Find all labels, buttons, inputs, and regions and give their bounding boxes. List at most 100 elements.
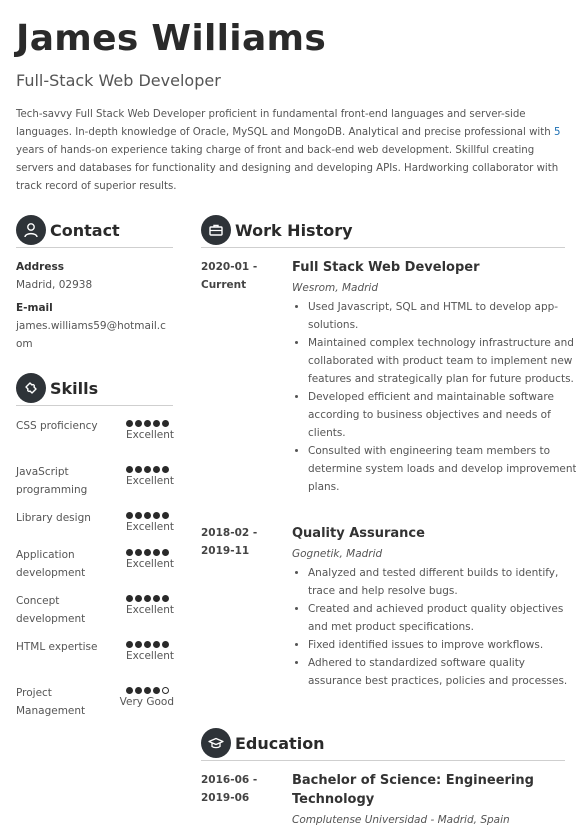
list-item: Developed efficient and maintainable sof… [308, 388, 576, 442]
list-item: Adhered to standardized software quality… [308, 654, 576, 690]
skill-name: JavaScript programming [16, 466, 88, 496]
rating-dot-filled [162, 466, 169, 473]
skill-rating [126, 641, 169, 648]
edu-1-dates: 2016-06 - 2019-06 [201, 771, 281, 807]
email-label: E-mail [16, 302, 53, 314]
rating-dot-filled [144, 512, 151, 519]
rating-dot-filled [144, 595, 151, 602]
rating-dot-filled [126, 595, 133, 602]
skills-section-header: Skills [16, 373, 98, 403]
rating-dot-filled [162, 549, 169, 556]
edu-1-date-end: 2019-06 [201, 792, 250, 804]
rating-dot-filled [153, 687, 160, 694]
email-value[interactable]: james.williams59@hotmail.c om [16, 317, 166, 353]
summary-text-start: Tech-savvy Full Stack Web Developer prof… [16, 109, 554, 138]
rating-dot-filled [144, 641, 151, 648]
contact-divider [16, 247, 173, 248]
rating-dot-filled [126, 512, 133, 519]
address-value: Madrid, 02938 [16, 279, 93, 291]
puzzle-icon [16, 373, 46, 403]
candidate-title: Full-Stack Web Developer [16, 71, 221, 90]
skill-name: Project Management [16, 687, 86, 717]
rating-dot-filled [135, 595, 142, 602]
rating-dot-filled [126, 466, 133, 473]
job-2-date-start: 2018-02 - [201, 527, 258, 539]
rating-dot-filled [135, 466, 142, 473]
job-2-bullets: Analyzed and tested different builds to … [292, 564, 576, 690]
rating-dot-filled [162, 641, 169, 648]
skill-rating [126, 687, 169, 694]
skill-rating [126, 420, 169, 427]
summary-text-end: years of hands-on experience taking char… [16, 145, 559, 192]
skill-rating [126, 466, 169, 473]
rating-dot-filled [126, 420, 133, 427]
job-1-bullets: Used Javascript, SQL and HTML to develop… [292, 298, 576, 496]
job-2-dates: 2018-02 - 2019-11 [201, 524, 281, 560]
rating-dot-filled [135, 687, 142, 694]
summary-years: 5 [553, 127, 561, 138]
skill-level: Excellent [126, 521, 174, 533]
graduation-cap-icon [201, 728, 231, 758]
email-line-1: james.williams59@hotmail.c [16, 320, 166, 332]
work-heading: Work History [235, 220, 353, 240]
skill-name: HTML expertise [16, 641, 98, 653]
skill-name: Application development [16, 549, 86, 579]
skill-rating [126, 595, 169, 602]
rating-dot-filled [153, 641, 160, 648]
work-divider [201, 247, 565, 248]
briefcase-icon [201, 215, 231, 245]
rating-dot-filled [144, 687, 151, 694]
rating-dot-filled [126, 687, 133, 694]
list-item: Fixed identified issues to improve workf… [308, 636, 576, 654]
rating-dot-filled [162, 512, 169, 519]
skills-heading: Skills [50, 378, 99, 398]
resume-page: James Williams Full-Stack Web Developer … [0, 0, 576, 839]
contact-section-header: Contact [16, 215, 120, 245]
rating-dot-filled [162, 420, 169, 427]
list-item: Consulted with engineering team members … [308, 442, 576, 496]
rating-dot-filled [126, 641, 133, 648]
skill-level: Very Good [119, 696, 174, 708]
job-1-title: Full Stack Web Developer [292, 260, 480, 275]
skill-level: Excellent [126, 475, 174, 487]
rating-dot-filled [135, 420, 142, 427]
job-2-title: Quality Assurance [292, 526, 425, 541]
skill-level: Excellent [126, 604, 174, 616]
work-section-header: Work History [201, 215, 353, 245]
edu-1-degree: Bachelor of Science: Engineering Technol… [292, 773, 534, 807]
skill-level: Excellent [126, 650, 174, 662]
skills-divider [16, 405, 173, 406]
rating-dot-filled [162, 595, 169, 602]
skill-name: CSS proficiency [16, 420, 98, 432]
job-2-company: Gognetik, Madrid [292, 548, 383, 560]
education-section-header: Education [201, 728, 325, 758]
rating-dot-filled [144, 420, 151, 427]
address-label: Address [16, 261, 64, 273]
rating-dot-filled [144, 466, 151, 473]
education-heading: Education [235, 733, 325, 753]
rating-dot-filled [126, 549, 133, 556]
skill-rating [126, 549, 169, 556]
rating-dot-filled [135, 549, 142, 556]
person-icon [16, 215, 46, 245]
rating-dot-filled [144, 549, 151, 556]
rating-dot-empty [162, 687, 169, 694]
rating-dot-filled [135, 512, 142, 519]
skill-name: Library design [16, 512, 91, 524]
education-divider [201, 760, 565, 761]
list-item: Analyzed and tested different builds to … [308, 564, 576, 600]
rating-dot-filled [153, 420, 160, 427]
skill-name: Concept development [16, 595, 86, 625]
skill-rating [126, 512, 169, 519]
list-item: Maintained complex technology infrastruc… [308, 334, 576, 388]
contact-heading: Contact [50, 220, 120, 240]
profile-summary: Tech-savvy Full Stack Web Developer prof… [16, 106, 564, 196]
rating-dot-filled [135, 641, 142, 648]
skill-level: Excellent [126, 558, 174, 570]
job-1-date-end: Current [201, 279, 247, 291]
job-2-date-end: 2019-11 [201, 545, 250, 557]
job-1-date-start: 2020-01 - [201, 261, 258, 273]
rating-dot-filled [153, 512, 160, 519]
edu-1-date-start: 2016-06 - [201, 774, 258, 786]
list-item: Used Javascript, SQL and HTML to develop… [308, 298, 576, 334]
